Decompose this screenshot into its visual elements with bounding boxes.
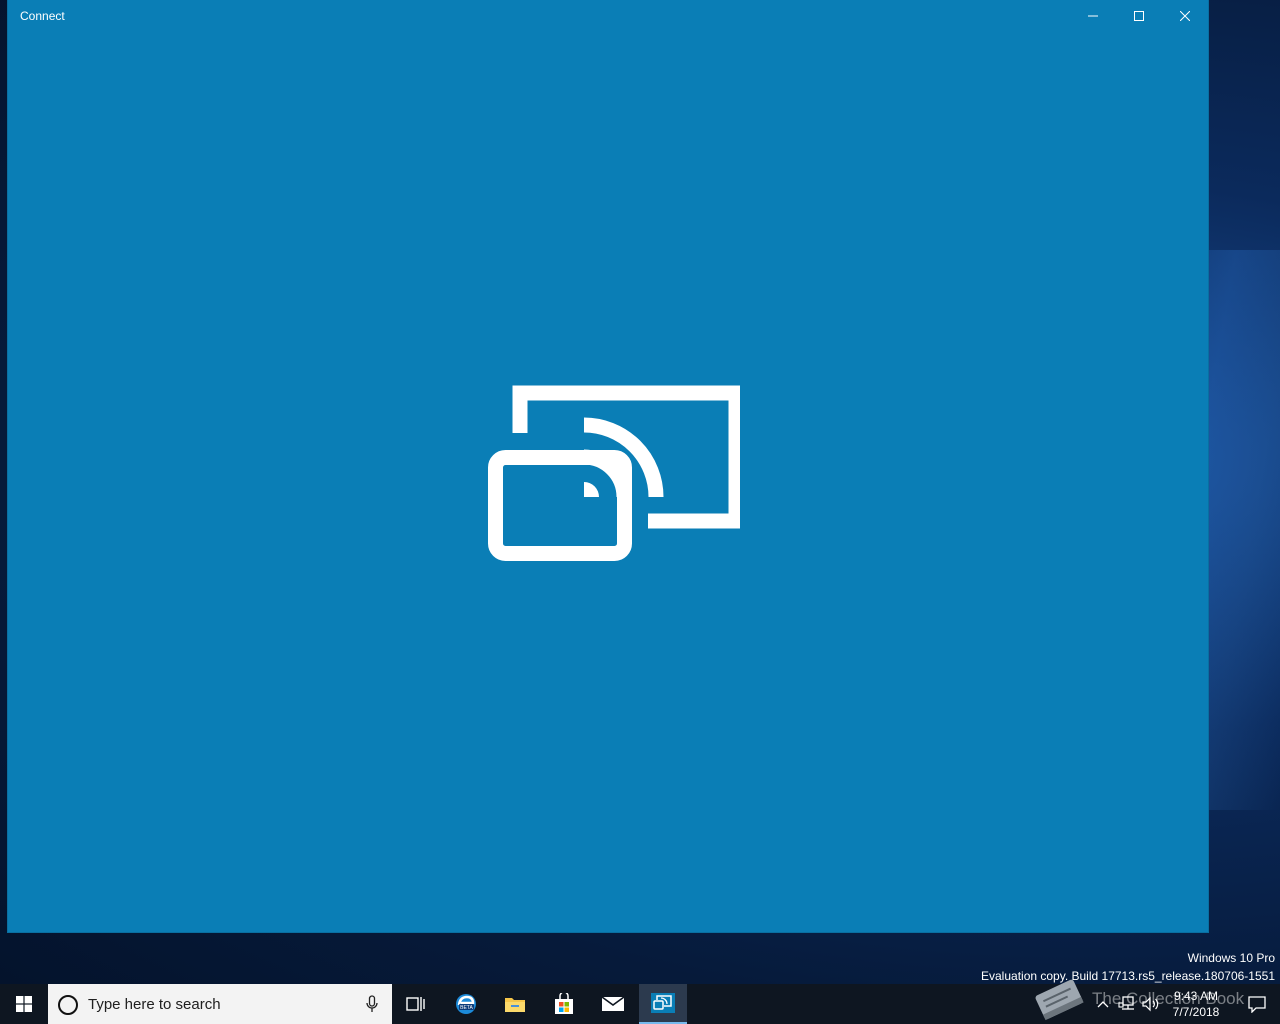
- volume-button[interactable]: [1140, 984, 1162, 1024]
- mail-button[interactable]: [589, 984, 637, 1024]
- title-bar[interactable]: Connect: [8, 0, 1208, 32]
- show-hidden-icons-button[interactable]: [1094, 984, 1112, 1024]
- action-center-button[interactable]: [1234, 984, 1280, 1024]
- svg-text:BETA: BETA: [460, 1005, 473, 1011]
- cortana-icon: [58, 995, 78, 1015]
- minimize-button[interactable]: [1070, 0, 1116, 32]
- collection-book-logo-icon: [1035, 979, 1084, 1021]
- close-icon: [1180, 11, 1190, 21]
- connect-app-window: Connect: [8, 0, 1208, 932]
- edge-beta-button[interactable]: BETA: [442, 984, 490, 1024]
- notification-icon: [1248, 996, 1266, 1013]
- store-icon: [555, 993, 573, 1014]
- clock[interactable]: 9:43 AM 7/7/2018: [1166, 988, 1226, 1020]
- windows-edition-text: Windows 10 Pro: [1187, 951, 1275, 965]
- microphone-icon[interactable]: [366, 995, 378, 1013]
- store-button[interactable]: [540, 984, 588, 1024]
- task-view-button[interactable]: [392, 984, 440, 1024]
- mail-icon: [601, 996, 625, 1011]
- maximize-icon: [1134, 11, 1144, 21]
- clock-time: 9:43 AM: [1173, 989, 1219, 1003]
- search-placeholder: Type here to search: [88, 996, 221, 1013]
- connect-app-icon: [651, 993, 675, 1013]
- volume-icon: [1142, 996, 1159, 1012]
- network-button[interactable]: [1116, 984, 1138, 1024]
- file-explorer-icon: [505, 998, 525, 1012]
- network-icon: [1118, 996, 1134, 1010]
- taskbar: Type here to search BETA The Collection …: [0, 979, 1280, 1024]
- connect-app-taskbar-button[interactable]: [639, 984, 687, 1024]
- project-to-screen-icon: [488, 385, 740, 561]
- start-button[interactable]: [0, 984, 48, 1024]
- maximize-button[interactable]: [1116, 0, 1162, 32]
- windows-logo-icon: [16, 996, 32, 1012]
- search-box[interactable]: Type here to search: [48, 984, 392, 1024]
- build-info-text: Evaluation copy. Build 17713.rs5_release…: [981, 969, 1275, 983]
- close-button[interactable]: [1162, 0, 1208, 32]
- chevron-up-icon: [1097, 1001, 1109, 1008]
- minimize-icon: [1088, 15, 1098, 17]
- window-title: Connect: [20, 9, 65, 23]
- file-explorer-button[interactable]: [491, 984, 539, 1024]
- task-view-icon: [406, 997, 425, 1011]
- edge-beta-icon: BETA: [456, 994, 476, 1014]
- clock-date: 7/7/2018: [1172, 1005, 1220, 1019]
